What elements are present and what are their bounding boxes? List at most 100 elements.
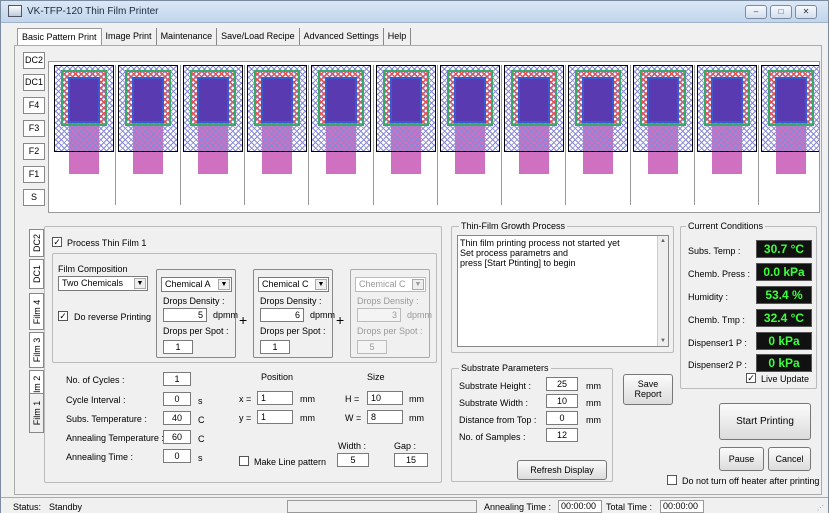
chem1-unit: dpmm xyxy=(213,310,239,320)
interval-input[interactable]: 0 xyxy=(163,392,191,406)
pattern-cell xyxy=(565,65,629,205)
heater-checkbox[interactable] xyxy=(667,475,677,485)
size-w-input[interactable]: 8 xyxy=(367,410,403,424)
cycles-label: No. of Cycles : xyxy=(66,375,125,385)
film-tab-dc2[interactable]: DC2 xyxy=(29,229,44,257)
film-tab-dc1[interactable]: DC1 xyxy=(29,259,44,289)
scroll-up-icon[interactable]: ▲ xyxy=(660,238,666,244)
distance-label: Distance from Top : xyxy=(459,415,537,425)
pos-y-label: y = xyxy=(239,413,252,423)
chem1-spot-label: Drops per Spot : xyxy=(163,326,229,336)
samples-input[interactable]: 12 xyxy=(546,428,578,442)
film-tab-film3-label: Film 3 xyxy=(31,337,42,363)
tab-maintenance[interactable]: Maintenance xyxy=(157,28,218,45)
maximize-button[interactable]: □ xyxy=(770,5,792,19)
core-layer xyxy=(389,77,422,123)
chem1-density-input[interactable]: 5 xyxy=(163,308,207,322)
save-report-button[interactable]: Save Report xyxy=(623,374,673,405)
core-layer xyxy=(646,77,679,123)
tab-advanced-settings[interactable]: Advanced Settings xyxy=(300,28,384,45)
side-tab-f1[interactable]: F1 xyxy=(23,166,45,183)
side-tab-f4[interactable]: F4 xyxy=(23,97,45,114)
substrate-height-unit: mm xyxy=(586,381,601,391)
film-tab-film4[interactable]: Film 4 xyxy=(29,293,44,330)
subs-temp-input[interactable]: 40 xyxy=(163,411,191,425)
chem3-unit: dpmm xyxy=(407,310,433,320)
anneal-time-input[interactable]: 0 xyxy=(163,449,191,463)
minimize-button[interactable]: ‒ xyxy=(745,5,767,19)
growth-line-3: press [Start Ptinting] to begin xyxy=(460,258,576,268)
condition-value: 0.0 kPa xyxy=(756,263,812,281)
chem3-density-input[interactable]: 3 xyxy=(357,308,401,322)
refresh-display-button[interactable]: Refresh Display xyxy=(517,460,607,480)
live-update-checkbox[interactable]: ✓ xyxy=(746,373,756,383)
core-layer xyxy=(453,77,486,123)
anneal-time-unit: s xyxy=(198,453,203,463)
composition-select[interactable]: Two Chemicals ▼ xyxy=(58,276,148,291)
side-tab-dc2[interactable]: DC2 xyxy=(23,52,45,69)
process-film-checkbox[interactable]: ✓ xyxy=(52,237,62,247)
anneal-time-label: Annealing Time : xyxy=(66,452,134,462)
size-h-unit: mm xyxy=(409,394,424,404)
app-icon xyxy=(8,5,22,17)
tab-basic-pattern-print[interactable]: Basic Pattern Print xyxy=(17,28,102,45)
chem3-spot-input[interactable]: 5 xyxy=(357,340,387,354)
cycles-input[interactable]: 1 xyxy=(163,372,191,386)
total-time-value: 00:00:00 xyxy=(660,500,704,513)
side-tab-f3[interactable]: F3 xyxy=(23,120,45,137)
tab-help[interactable]: Help xyxy=(384,28,412,45)
cancel-button[interactable]: Cancel xyxy=(768,447,811,471)
side-tab-dc1[interactable]: DC1 xyxy=(23,74,45,91)
film-tab-film3[interactable]: Film 3 xyxy=(29,332,44,368)
line-gap-label: Gap : xyxy=(394,441,417,451)
pause-button[interactable]: Pause xyxy=(719,447,764,471)
line-width-input[interactable]: 5 xyxy=(337,453,369,467)
condition-value: 53.4 % xyxy=(756,286,812,304)
substrate-height-input[interactable]: 25 xyxy=(546,377,578,391)
cell-divider xyxy=(436,65,438,205)
chem2-density-input[interactable]: 6 xyxy=(260,308,304,322)
film-tab-film1[interactable]: Film 1 xyxy=(29,393,44,433)
chem1-select[interactable]: Chemical A ▼ xyxy=(161,277,232,292)
cell-divider xyxy=(501,65,503,205)
pattern-cell xyxy=(115,65,179,205)
chem1-spot-input[interactable]: 1 xyxy=(163,340,193,354)
growth-scrollbar[interactable]: ▲ ▼ xyxy=(657,236,668,346)
side-tab-f2[interactable]: F2 xyxy=(23,143,45,160)
close-button[interactable]: ✕ xyxy=(795,5,817,19)
annealing-time-label: Annealing Time : xyxy=(484,502,552,512)
distance-input[interactable]: 0 xyxy=(546,411,578,425)
side-tab-s[interactable]: S xyxy=(23,189,45,206)
samples-label: No. of Samples : xyxy=(459,432,526,442)
scroll-down-icon[interactable]: ▼ xyxy=(660,338,666,344)
anneal-temp-input[interactable]: 60 xyxy=(163,430,191,444)
condition-label: Subs. Temp : xyxy=(688,246,741,256)
annealing-time-value: 00:00:00 xyxy=(558,500,602,513)
chem2-select[interactable]: Chemical C ▼ xyxy=(258,277,329,292)
reverse-printing-checkbox[interactable]: ✓ xyxy=(58,311,68,321)
line-gap-input[interactable]: 15 xyxy=(394,453,428,467)
chem3-density-label: Drops Density : xyxy=(357,296,419,306)
tab-image-print[interactable]: Image Print xyxy=(102,28,157,45)
chem2-spot-input[interactable]: 1 xyxy=(260,340,290,354)
cell-divider xyxy=(758,65,760,205)
line-pattern-checkbox[interactable] xyxy=(239,456,249,466)
size-w-unit: mm xyxy=(409,413,424,423)
title-bar: VK-TFP-120 Thin Film Printer ‒ □ ✕ xyxy=(1,1,828,23)
anneal-temp-unit: C xyxy=(198,434,205,444)
start-printing-button[interactable]: Start Printing xyxy=(719,403,811,440)
chem3-select[interactable]: Chemical C ▼ xyxy=(355,277,426,292)
growth-log[interactable]: Thin film printing process not started y… xyxy=(457,235,669,347)
cell-divider xyxy=(565,65,567,205)
resize-grip-icon[interactable]: ⋰ xyxy=(817,504,824,512)
window-title: VK-TFP-120 Thin Film Printer xyxy=(27,6,159,17)
substrate-width-input[interactable]: 10 xyxy=(546,394,578,408)
tab-save-load-recipe[interactable]: Save/Load Recipe xyxy=(217,28,300,45)
chem3-spot-label: Drops per Spot : xyxy=(357,326,423,336)
pattern-cell xyxy=(694,65,757,205)
size-h-input[interactable]: 10 xyxy=(367,391,403,405)
chem2-unit: dpmm xyxy=(310,310,336,320)
pos-x-input[interactable]: 1 xyxy=(257,391,293,405)
core-layer xyxy=(325,77,358,123)
pos-y-input[interactable]: 1 xyxy=(257,410,293,424)
